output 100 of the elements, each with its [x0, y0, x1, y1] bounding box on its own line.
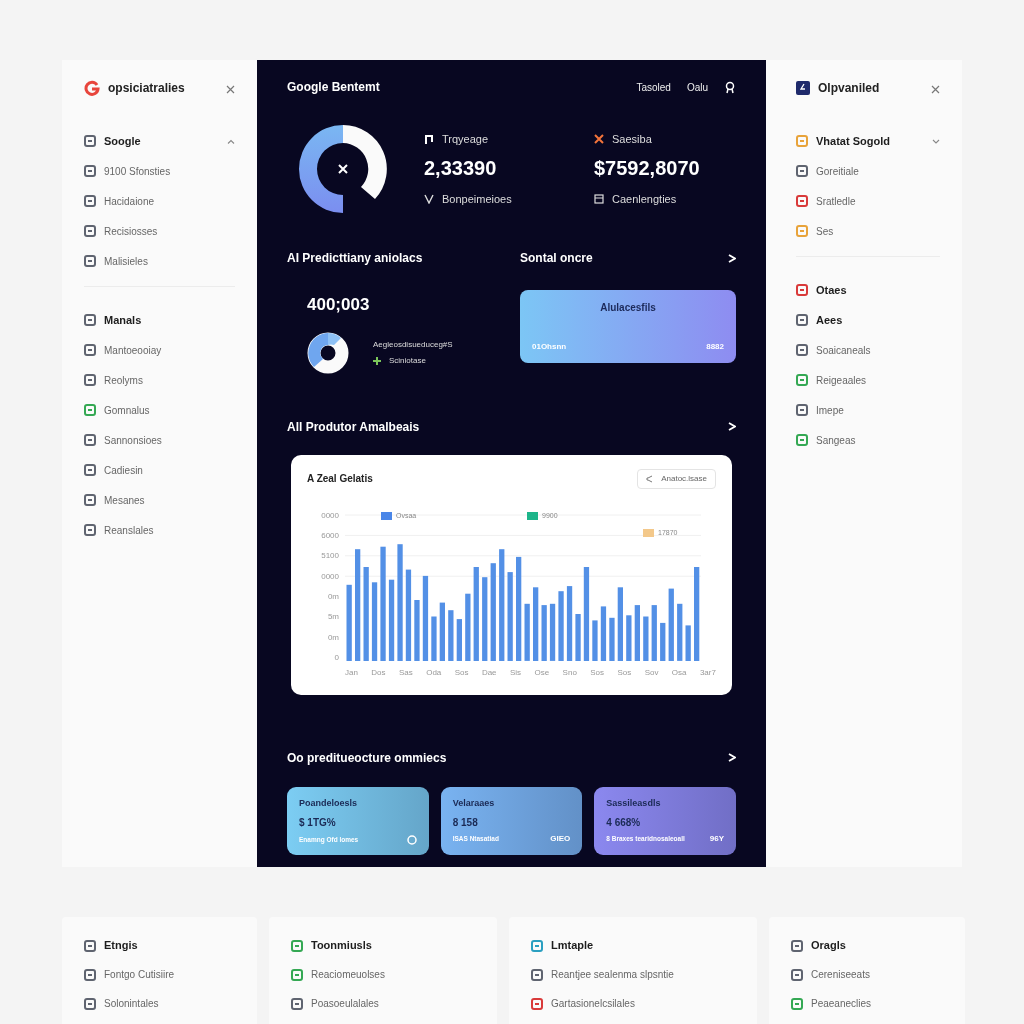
stat-label: Saesiba	[612, 131, 652, 147]
card-value: 8 158	[452, 816, 479, 830]
chart-bar	[643, 616, 649, 661]
card-title: Velaraaes	[452, 796, 496, 810]
card-label: 96Y	[709, 832, 724, 845]
axis-label: Oda	[426, 666, 442, 679]
chart-bar	[660, 622, 666, 661]
card-caption: 8882	[706, 341, 724, 353]
menu-item[interactable]: Reolyms	[104, 372, 235, 388]
stat-caption: Bonpeimeioes	[442, 192, 512, 207]
arrow-right-icon[interactable]	[728, 422, 736, 431]
arrow-right-icon[interactable]	[728, 753, 736, 762]
chart-bar	[634, 604, 640, 661]
card-title: Poandeloesls	[299, 796, 359, 810]
chart-bar	[651, 604, 657, 661]
card-value: 4 668%	[606, 816, 642, 830]
menu-item[interactable]: Solonintales	[104, 996, 239, 1011]
chart-bar	[414, 599, 420, 661]
axis-label: Dos	[371, 666, 386, 679]
axis-label: Sis	[510, 666, 522, 679]
axis-label: Sas	[398, 666, 413, 679]
axis-label: 6000	[320, 530, 339, 542]
menu-item[interactable]: Sratledle	[816, 193, 940, 209]
stat-value: 2,33390	[424, 156, 498, 181]
axis-label: Dae	[481, 666, 497, 679]
menu-item[interactable]: Poasoeulalales	[311, 996, 479, 1011]
menu-item[interactable]: Reigeaales	[816, 372, 940, 388]
axis-label: Osa	[671, 666, 687, 679]
stat-label: Trqyeage	[442, 131, 489, 147]
chart-bar	[524, 603, 530, 661]
ring-icon	[406, 834, 417, 845]
menu-item[interactable]: Peaeaneclies	[811, 996, 947, 1011]
close-icon	[226, 84, 235, 94]
menu-item[interactable]: Gartasionelcsilales	[551, 996, 739, 1011]
legend-label: Aegleosdisueduceg#S	[373, 338, 453, 351]
header-link[interactable]: Tasoled	[636, 79, 671, 95]
menu-item[interactable]: Recisiosses	[104, 223, 235, 239]
dashboard-title: Google Bentemt	[287, 79, 381, 96]
menu-item[interactable]: Fontgo Cutisiire	[104, 967, 239, 982]
filter-button[interactable]: Anatoc.lsase	[637, 468, 716, 489]
menu-item[interactable]: Soaicaneals	[816, 342, 940, 358]
menu-item[interactable]: Ses	[816, 223, 940, 239]
group-heading[interactable]: Oragls	[811, 937, 947, 954]
plus-icon	[373, 356, 381, 365]
axis-label: 0m	[326, 592, 339, 604]
group-heading[interactable]: Toonmiusls	[311, 937, 479, 954]
group-heading[interactable]: Aees	[816, 311, 940, 329]
group-heading[interactable]: Lmtaple	[551, 937, 739, 954]
group-heading[interactable]: Soogle	[104, 132, 219, 150]
menu-item[interactable]: Cadiesin	[104, 462, 235, 478]
group-heading[interactable]: Etngis	[104, 937, 239, 954]
panel-title: Olpvaniled	[818, 80, 881, 97]
menu-item[interactable]: Cereniseeats	[811, 967, 947, 982]
chart-bar	[592, 619, 598, 661]
axis-label: Sno	[562, 666, 577, 679]
chart-bar	[575, 613, 581, 661]
menu-item[interactable]: Malisieles	[104, 253, 235, 269]
menu-item[interactable]: Reanslales	[104, 522, 235, 538]
menu-item[interactable]: Mesanes	[104, 492, 235, 508]
arrow-right-icon[interactable]	[728, 253, 736, 263]
menu-item[interactable]: Reantjee sealenma slpsntie	[551, 967, 739, 982]
chart-bar	[465, 593, 471, 661]
menu-item[interactable]: Goreitiale	[816, 163, 940, 179]
menu-item[interactable]: Sannonsioes	[104, 432, 235, 448]
section-title: Sontal oncre	[520, 250, 593, 267]
axis-label: Ose	[534, 666, 550, 679]
menu-item[interactable]: 9100 Sfonsties	[104, 163, 235, 179]
group-heading[interactable]: Manals	[104, 311, 235, 329]
group-heading[interactable]: Otaes	[816, 281, 940, 299]
section-title: All Produtor Amalbeais	[287, 418, 420, 436]
axis-label: 5100	[320, 551, 339, 563]
legend-label: Sciniotase	[389, 354, 426, 367]
card-title: Alulacesfils	[599, 301, 657, 315]
menu-item[interactable]: Reaciomeuolses	[311, 967, 479, 982]
section-title: Oo preditueocture ommiecs	[287, 749, 447, 767]
axis-label: 0	[333, 653, 339, 665]
chart-bar	[439, 602, 445, 661]
group-heading[interactable]: Vhatat Sogold	[816, 132, 924, 150]
menu-item[interactable]: Sangeas	[816, 432, 940, 448]
axis-label: 0000	[320, 510, 339, 522]
chart-bar	[541, 604, 547, 661]
menu-item[interactable]: Hacidaione	[104, 193, 235, 209]
logo-icon	[796, 81, 810, 95]
stat-caption: Caenlengties	[612, 192, 677, 207]
stat-value: $7592,8070	[594, 156, 701, 181]
list-icon	[594, 194, 604, 205]
axis-label: Jan	[345, 666, 358, 679]
chart-bar	[600, 605, 607, 661]
card-label: GIEO	[550, 832, 571, 845]
menu-item[interactable]: Gomnalus	[104, 402, 235, 418]
menu-item[interactable]: Imepe	[816, 402, 940, 418]
chart-bar	[685, 624, 691, 661]
prediction-value: 400;003	[307, 294, 371, 316]
chart-bar	[448, 609, 454, 661]
chart-bar	[677, 603, 683, 661]
menu-item[interactable]: Mantoeooiay	[104, 342, 235, 358]
chart-bar	[549, 603, 556, 661]
card-value: $ 1TG%	[299, 816, 337, 830]
header-link[interactable]: Oalu	[686, 79, 708, 95]
axis-label: Sos	[454, 666, 469, 679]
